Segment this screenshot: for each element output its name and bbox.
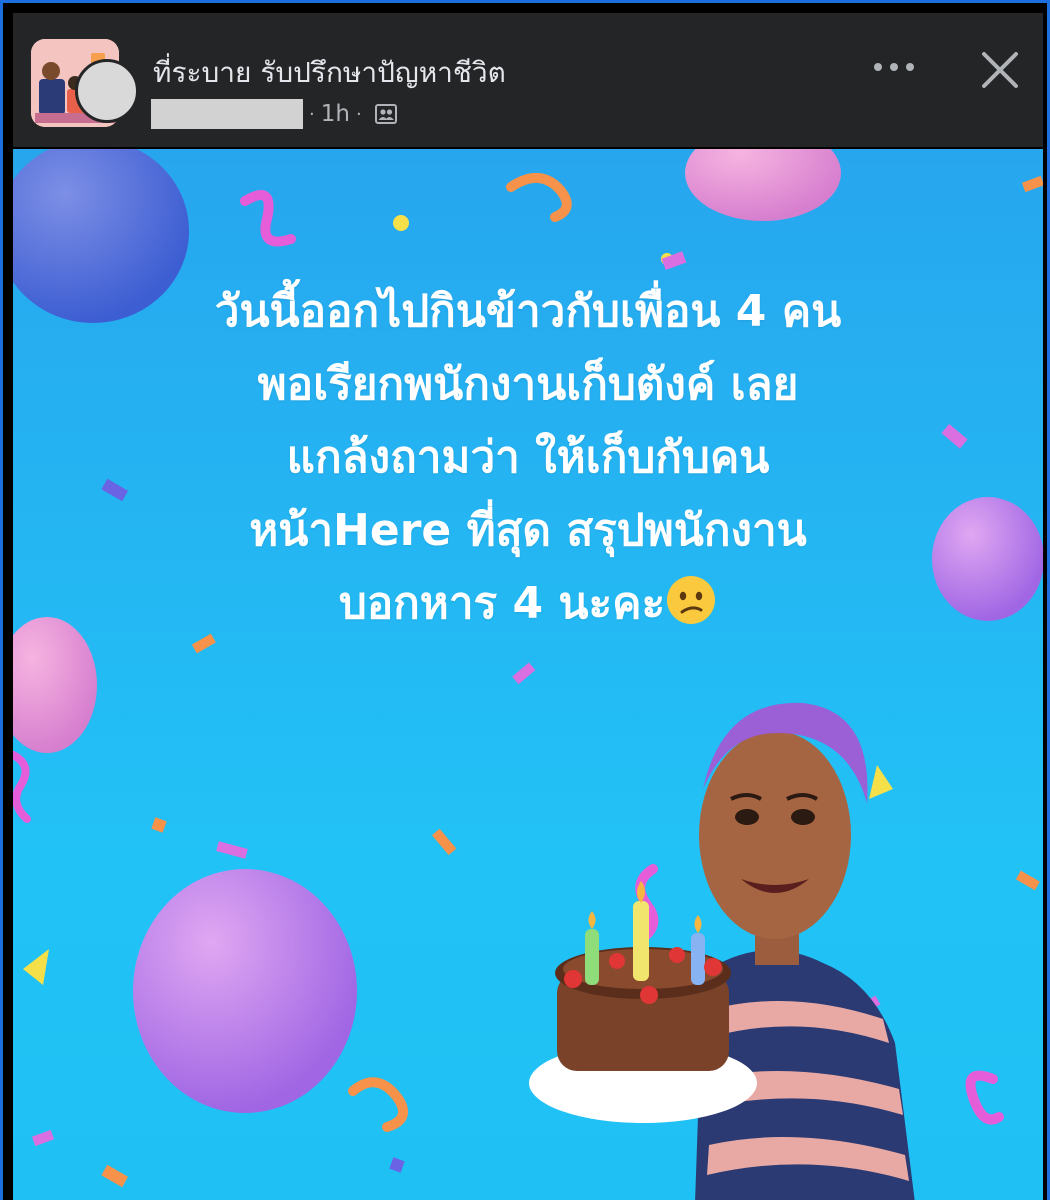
close-icon[interactable]: [973, 43, 1027, 97]
group-audience-icon: [374, 104, 397, 124]
post-text-line: พอเรียกพนักงานเก็บตังค์ เลย: [257, 359, 799, 410]
post-card[interactable]: วันนี้ออกไปกินข้าวกับเพื่อน 4 คน พอเรียก…: [13, 149, 1043, 1200]
more-options-icon: [874, 63, 882, 71]
meta-separator: ·: [355, 103, 362, 125]
user-avatar[interactable]: [75, 59, 139, 123]
post-text-line-last: บอกหาร 4 นะคะ: [13, 567, 1043, 640]
post-text-line: หน้าHere ที่สุด สรุปพนักงาน: [249, 505, 807, 556]
post-time[interactable]: 1h: [321, 101, 350, 127]
redacted-author-name: [151, 99, 303, 129]
post-text-line: วันนี้ออกไปกินข้าวกับเพื่อน 4 คน: [214, 286, 842, 337]
post-meta: · 1h ·: [151, 97, 398, 131]
birthday-cake: [529, 881, 757, 1123]
meta-separator: ·: [309, 103, 315, 125]
balloon-purple-bottom: [133, 869, 357, 1113]
app-frame: ที่ระบาย รับปรึกษาปัญหาชีวิต · 1h · วันน…: [0, 0, 1050, 1200]
post-text-line: แกล้งถามว่า ให้เก็บกับคน: [286, 432, 770, 483]
more-options-button[interactable]: [859, 45, 929, 89]
group-name[interactable]: ที่ระบาย รับปรึกษาปัญหาชีวิต: [153, 51, 506, 95]
post-text-line: บอกหาร 4 นะคะ: [338, 578, 666, 629]
balloon-pink-top: [685, 149, 841, 221]
post-text: วันนี้ออกไปกินข้าวกับเพื่อน 4 คน พอเรียก…: [13, 275, 1043, 640]
confused-face-emoji: [667, 576, 716, 624]
post-header: ที่ระบาย รับปรึกษาปัญหาชีวิต · 1h ·: [13, 13, 1043, 147]
